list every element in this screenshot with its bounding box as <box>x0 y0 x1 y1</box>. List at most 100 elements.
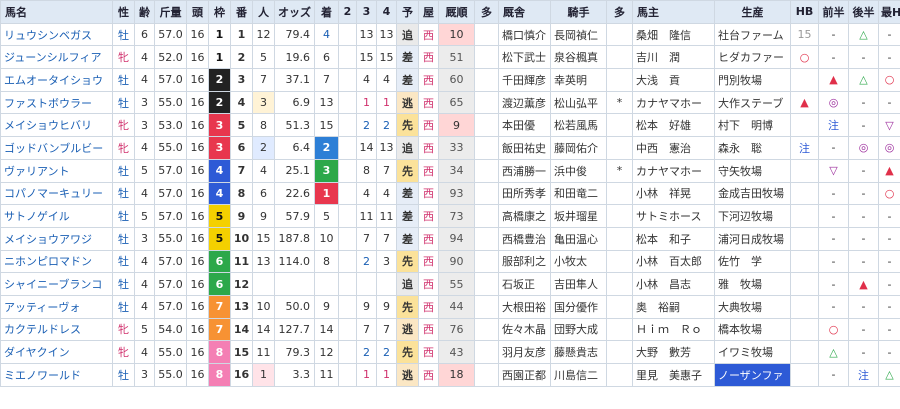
trainer-link[interactable]: 松下武士 <box>498 45 551 70</box>
breeder-link[interactable]: 森永 聡 <box>714 136 791 160</box>
breeder-link[interactable]: 門別牧場 <box>714 68 791 92</box>
breeder-link[interactable]: 大作ステーブ <box>714 90 791 115</box>
owner-link[interactable]: 中西 憲治 <box>632 136 715 160</box>
col-header-weight[interactable]: 斤量 <box>154 0 187 24</box>
trainer-link[interactable]: 羽月友彦 <box>498 340 551 364</box>
table-row[interactable]: エムオータイショウ牡 4 57.0 16 2 3 7 37.1 7 4 4 差西 60 千田輝彦 幸英明 大浅… <box>0 68 900 92</box>
trainer-link[interactable]: 西園正都 <box>498 363 551 387</box>
owner-link[interactable]: サトミホース <box>632 204 715 228</box>
col-header-hb[interactable]: HB <box>790 0 819 24</box>
col-header-owner[interactable]: 馬主 <box>632 0 715 24</box>
trainer-link[interactable]: 佐々木晶 <box>498 317 551 342</box>
table-row[interactable]: ダイヤクイン牝 4 55.0 16 8 15 11 79.3 12 2 2 先西 43 羽月友彦 藤懸貴志 大… <box>0 340 900 364</box>
horse-name-link[interactable]: サトノゲイル <box>0 204 113 228</box>
jockey-link[interactable]: 小牧太 <box>550 249 607 274</box>
jockey-link[interactable]: 国分優作 <box>550 294 607 319</box>
col-header-corner-3[interactable]: 3 <box>356 0 377 24</box>
breeder-link[interactable]: 守矢牧場 <box>714 158 791 183</box>
horse-name-link[interactable]: メイショウアワジ <box>0 226 113 251</box>
breeder-link[interactable]: 下河辺牧場 <box>714 204 791 228</box>
breeder-link[interactable]: 社台ファーム <box>714 22 791 47</box>
owner-link[interactable]: 吉川 潤 <box>632 45 715 70</box>
breeder-link[interactable]: 橋本牧場 <box>714 317 791 342</box>
jockey-link[interactable]: 長岡禎仁 <box>550 22 607 47</box>
owner-link[interactable]: 大浅 貢 <box>632 68 715 92</box>
horse-name-link[interactable]: ゴッドバンブルビー <box>0 136 113 160</box>
jockey-link[interactable]: 川島信二 <box>550 363 607 387</box>
owner-link[interactable]: 松本 好雄 <box>632 113 715 138</box>
jockey-link[interactable]: 吉田隼人 <box>550 272 607 296</box>
col-header-horse-name[interactable]: 馬名 <box>0 0 113 24</box>
col-header-sex[interactable]: 性 <box>112 0 135 24</box>
owner-link[interactable]: カナヤマホー <box>632 158 715 183</box>
jockey-link[interactable]: 和田竜二 <box>550 181 607 206</box>
jockey-link[interactable]: 幸英明 <box>550 68 607 92</box>
col-header-age[interactable]: 齢 <box>134 0 155 24</box>
trainer-link[interactable]: 千田輝彦 <box>498 68 551 92</box>
table-row[interactable]: メイショウヒバリ牝 3 53.0 16 3 5 8 51.3 15 2 2 先西 9 本田優 松若風馬 松本 … <box>0 113 900 138</box>
col-header-multi[interactable]: 多 <box>474 0 499 24</box>
horse-name-link[interactable]: ダイヤクイン <box>0 340 113 364</box>
breeder-link[interactable]: 金成吉田牧場 <box>714 181 791 206</box>
table-row[interactable]: ヴァリアント牡 5 57.0 16 4 7 4 25.1 3 8 7 先西 34 西浦勝一 浜中俊 * カナヤマ… <box>0 158 900 183</box>
jockey-link[interactable]: 松山弘平 <box>550 90 607 115</box>
horse-name-link[interactable]: コパノマーキュリー <box>0 181 113 206</box>
table-row[interactable]: サトノゲイル牡 5 57.0 16 5 9 9 57.9 5 11 11 差西 73 高橋康之 坂井瑠星 サト… <box>0 204 900 228</box>
horse-name-link[interactable]: ニホンピロマドン <box>0 249 113 274</box>
jockey-link[interactable]: 坂井瑠星 <box>550 204 607 228</box>
breeder-link[interactable]: ヒダカファー <box>714 45 791 70</box>
breeder-link[interactable]: イワミ牧場 <box>714 340 791 364</box>
col-header-first-half[interactable]: 前半 <box>818 0 849 24</box>
col-header-jockey[interactable]: 騎手 <box>550 0 607 24</box>
trainer-link[interactable]: 服部利之 <box>498 249 551 274</box>
trainer-link[interactable]: 大根田裕 <box>498 294 551 319</box>
col-header-gate[interactable]: 枠 <box>208 0 231 24</box>
jockey-link[interactable]: 浜中俊 <box>550 158 607 183</box>
horse-name-link[interactable]: メイショウヒバリ <box>0 113 113 138</box>
owner-link[interactable]: 奥 裕嗣 <box>632 294 715 319</box>
jockey-link[interactable]: 藤懸貴志 <box>550 340 607 364</box>
col-header-prediction[interactable]: 予 <box>396 0 419 24</box>
table-row[interactable]: リュウシンベガス牡 6 57.0 16 1 1 12 79.4 4 13 13 追西 10 橋口慎介 長岡禎… <box>0 22 900 47</box>
table-row[interactable]: シャイニーブランコ牡 4 57.0 16 6 12 追西 55 石坂正 吉田隼人 小林 昌志雅 牧場… <box>0 272 900 296</box>
horse-name-link[interactable]: ジューンシルフィア <box>0 45 113 70</box>
table-row[interactable]: ニホンピロマドン牡 4 57.0 16 6 11 13 114.0 8 2 3 先西 90 服部利之 小牧太… <box>0 249 900 274</box>
col-header-finish[interactable]: 着 <box>314 0 339 24</box>
col-header-corner-2[interactable]: 2 <box>338 0 357 24</box>
breeder-link[interactable]: 村下 明博 <box>714 113 791 138</box>
col-header-trainer[interactable]: 厩舎 <box>498 0 551 24</box>
col-header-multi-2[interactable]: 多 <box>606 0 633 24</box>
table-row[interactable]: ファストボウラー牡 3 55.0 16 2 4 3 6.9 13 1 1 逃西 65 渡辺薫彦 松山弘平 * カ… <box>0 90 900 115</box>
breeder-link[interactable]: 雅 牧場 <box>714 272 791 296</box>
table-row[interactable]: ゴッドバンブルビー牝 4 55.0 16 3 6 2 6.4 2 14 13 追西 33 飯田祐史 藤岡佑介… <box>0 136 900 160</box>
trainer-link[interactable]: 渡辺薫彦 <box>498 90 551 115</box>
col-header-corner-4[interactable]: 4 <box>376 0 397 24</box>
horse-name-link[interactable]: リュウシンベガス <box>0 22 113 47</box>
owner-link[interactable]: 里見 美惠子 <box>632 363 715 387</box>
jockey-link[interactable]: 藤岡佑介 <box>550 136 607 160</box>
jockey-link[interactable]: 泉谷楓真 <box>550 45 607 70</box>
jockey-link[interactable]: 松若風馬 <box>550 113 607 138</box>
breeder-link[interactable]: 浦河日成牧場 <box>714 226 791 251</box>
trainer-link[interactable]: 西浦勝一 <box>498 158 551 183</box>
col-header-odds[interactable]: オッズ <box>274 0 315 24</box>
col-header-second-half[interactable]: 後半 <box>848 0 879 24</box>
col-header-popularity[interactable]: 人 <box>252 0 275 24</box>
owner-link[interactable]: カナヤマホー <box>632 90 715 115</box>
trainer-link[interactable]: 飯田祐史 <box>498 136 551 160</box>
owner-link[interactable]: Ｈｉｍ Ｒｏ <box>632 317 715 342</box>
owner-link[interactable]: 桑畑 隆信 <box>632 22 715 47</box>
jockey-link[interactable]: 亀田温心 <box>550 226 607 251</box>
owner-link[interactable]: 小林 祥晃 <box>632 181 715 206</box>
table-row[interactable]: ジューンシルフィア牝 4 52.0 16 1 2 5 19.6 6 15 15 差西 51 松下武士 泉谷楓… <box>0 45 900 70</box>
horse-name-link[interactable]: エムオータイショウ <box>0 68 113 92</box>
horse-name-link[interactable]: シャイニーブランコ <box>0 272 113 296</box>
col-header-breeder[interactable]: 生産 <box>714 0 791 24</box>
horse-name-link[interactable]: カクテルドレス <box>0 317 113 342</box>
table-row[interactable]: アッティーヴォ牡 4 57.0 16 7 13 10 50.0 9 9 9 先西 44 大根田裕 国分優作奥… <box>0 294 900 319</box>
owner-link[interactable]: 大野 數芳 <box>632 340 715 364</box>
col-header-location[interactable]: 屋 <box>418 0 439 24</box>
trainer-link[interactable]: 橋口慎介 <box>498 22 551 47</box>
horse-name-link[interactable]: アッティーヴォ <box>0 294 113 319</box>
breeder-link[interactable]: 佐竹 学 <box>714 249 791 274</box>
